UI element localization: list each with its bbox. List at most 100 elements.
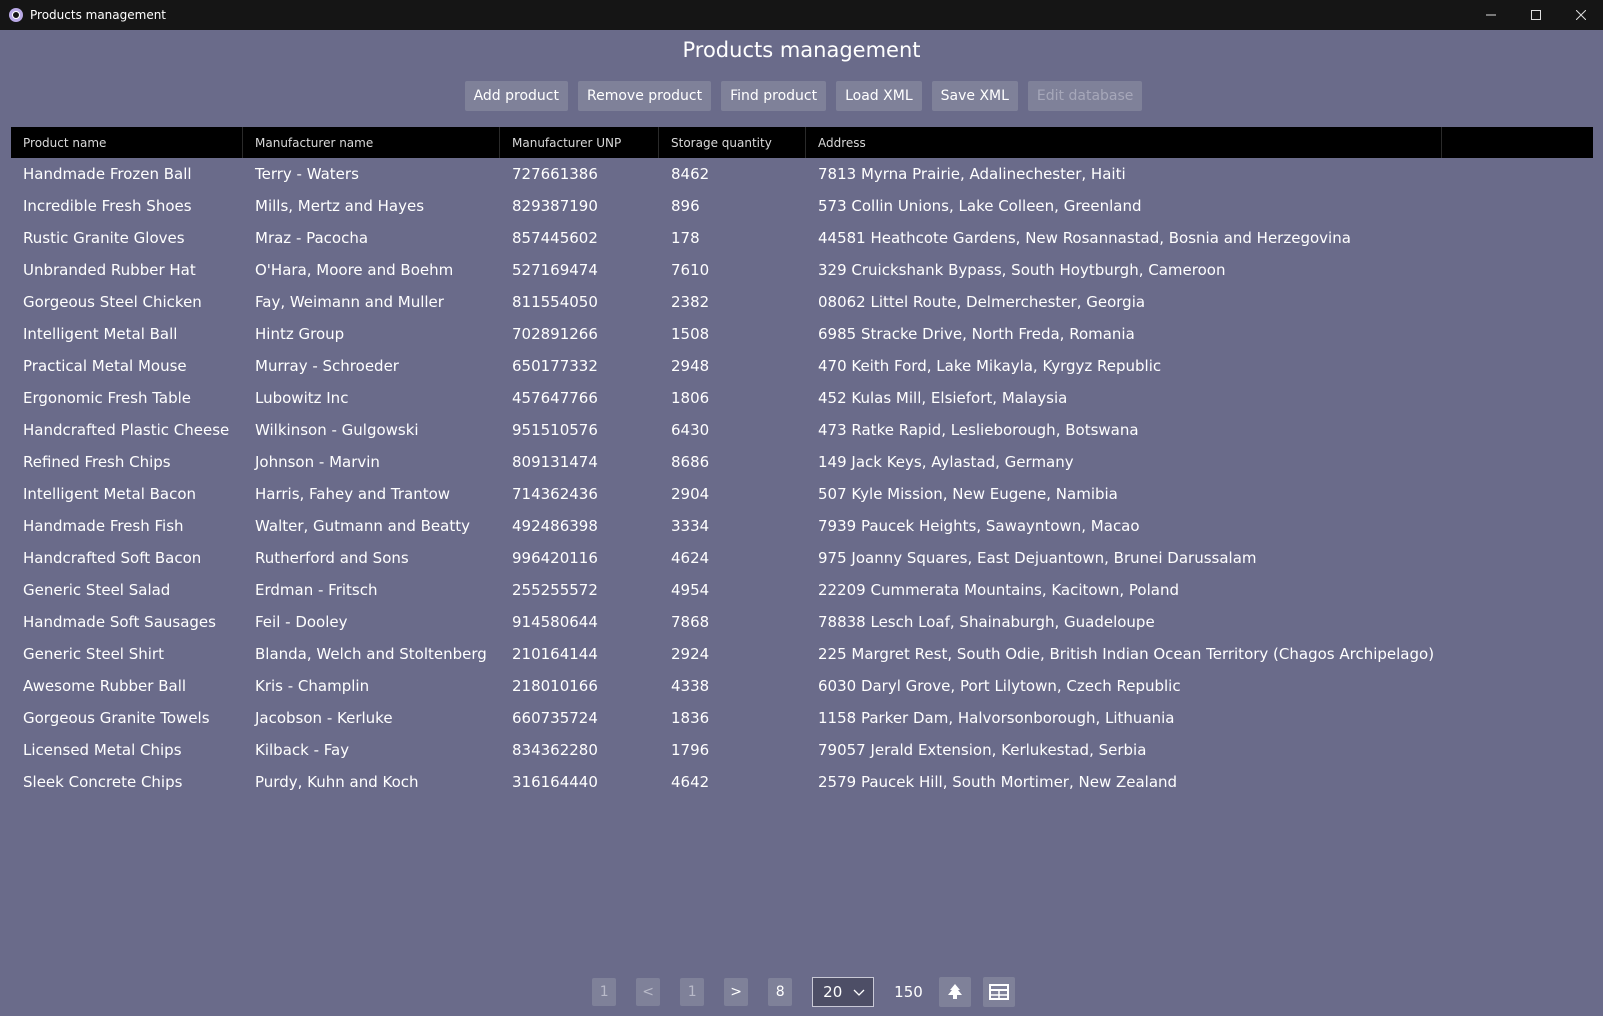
first-page-button[interactable]: 1 [592,978,617,1006]
tree-view-button[interactable] [938,977,971,1007]
cell-product-name: Generic Steel Salad [23,581,171,599]
cell-manufacturer-name: O'Hara, Moore and Boehm [255,261,454,279]
table-row[interactable]: Sleek Concrete Chips Purdy, Kuhn and Koch… [11,766,1593,798]
table-view-button[interactable] [982,977,1015,1007]
cell-address: 78838 Lesch Loaf, Shainaburgh, Guadeloup… [818,613,1155,631]
cell-storage-quantity: 7610 [671,261,710,279]
current-page: 1 [680,978,705,1006]
cell-storage-quantity: 6430 [671,421,710,439]
cell-manufacturer-unp: 714362436 [512,485,598,503]
maximize-button[interactable] [1513,0,1558,30]
table-row[interactable]: Practical Metal Mouse Murray - Schroeder 6… [11,350,1593,382]
table-row[interactable]: Handcrafted Plastic Cheese Wilkinson - Gu… [11,414,1593,446]
table-row[interactable]: Generic Steel Salad Erdman - Fritsch 25525… [11,574,1593,606]
page-title: Products management [682,38,921,62]
cell-product-name: Handmade Fresh Fish [23,517,184,535]
column-header-storage-quantity[interactable]: Storage quantity [659,127,806,158]
cell-manufacturer-name: Feil - Dooley [255,613,348,631]
cell-address: 6985 Stracke Drive, North Freda, Romania [818,325,1135,343]
find-product-button[interactable]: Find product [721,81,827,111]
cell-manufacturer-name: Rutherford and Sons [255,549,409,567]
table-row[interactable]: Ergonomic Fresh Table Lubowitz Inc 4576477… [11,382,1593,414]
cell-product-name: Practical Metal Mouse [23,357,187,375]
cell-product-name: Unbranded Rubber Hat [23,261,196,279]
table-row[interactable]: Handmade Soft Sausages Feil - Dooley 91458… [11,606,1593,638]
column-header-address[interactable]: Address [806,127,1442,158]
table-row[interactable]: Awesome Rubber Ball Kris - Champlin 218010… [11,670,1593,702]
cell-address: 08062 Littel Route, Delmerchester, Georg… [818,293,1146,311]
table-row[interactable]: Intelligent Metal Ball Hintz Group 7028912… [11,318,1593,350]
cell-product-name: Ergonomic Fresh Table [23,389,192,407]
table-row[interactable]: Intelligent Metal Bacon Harris, Fahey and… [11,478,1593,510]
products-table: Product name Manufacturer name Manufactu… [11,127,1593,798]
cell-manufacturer-name: Jacobson - Kerluke [255,709,393,727]
cell-manufacturer-name: Wilkinson - Gulgowski [255,421,419,439]
table-row[interactable]: Handmade Frozen Ball Terry - Waters 727661… [11,158,1593,190]
minimize-icon [1485,14,1496,16]
cell-manufacturer-name: Blanda, Welch and Stoltenberg [255,645,487,663]
table-body: Handmade Frozen Ball Terry - Waters 727661… [11,158,1593,798]
cell-manufacturer-unp: 210164144 [512,645,598,663]
table-row[interactable]: Refined Fresh Chips Johnson - Marvin 80913… [11,446,1593,478]
cell-product-name: Sleek Concrete Chips [23,773,183,791]
cell-address: 2579 Paucek Hill, South Mortimer, New Ze… [818,773,1178,791]
last-page-button[interactable]: 8 [768,978,793,1006]
edit-database-button[interactable]: Edit database [1027,81,1143,111]
cell-storage-quantity: 8462 [671,165,710,183]
remove-product-button[interactable]: Remove product [578,81,712,111]
toolbar: Add product Remove product Find product … [0,81,1603,111]
cell-product-name: Gorgeous Granite Towels [23,709,210,727]
cell-product-name: Licensed Metal Chips [23,741,182,759]
cell-product-name: Generic Steel Shirt [23,645,164,663]
cell-product-name: Handcrafted Plastic Cheese [23,421,230,439]
cell-address: 470 Keith Ford, Lake Mikayla, Kyrgyz Rep… [818,357,1162,375]
cell-storage-quantity: 4338 [671,677,710,695]
table-row[interactable]: Incredible Fresh Shoes Mills, Mertz and H… [11,190,1593,222]
cell-storage-quantity: 4642 [671,773,710,791]
table-row[interactable]: Generic Steel Shirt Blanda, Welch and Sto… [11,638,1593,670]
cell-product-name: Handmade Frozen Ball [23,165,192,183]
column-header-manufacturer-unp[interactable]: Manufacturer UNP [500,127,659,158]
next-page-button[interactable]: > [724,978,749,1006]
column-header-product-name[interactable]: Product name [11,127,243,158]
minimize-button[interactable] [1468,0,1513,30]
cell-manufacturer-name: Fay, Weimann and Muller [255,293,444,311]
cell-manufacturer-name: Mraz - Pacocha [255,229,369,247]
page-size-select[interactable]: 20 [812,977,875,1007]
cell-manufacturer-unp: 457647766 [512,389,598,407]
add-product-button[interactable]: Add product [464,81,568,111]
load-xml-button[interactable]: Load XML [836,81,922,111]
app-logo-icon [9,8,23,22]
cell-address: 149 Jack Keys, Aylastad, Germany [818,453,1074,471]
cell-manufacturer-name: Kilback - Fay [255,741,350,759]
table-row[interactable]: Licensed Metal Chips Kilback - Fay 8343622… [11,734,1593,766]
save-xml-button[interactable]: Save XML [931,81,1018,111]
close-button[interactable] [1558,0,1603,30]
window-controls [1468,0,1603,30]
table-row[interactable]: Rustic Granite Gloves Mraz - Pacocha 85744… [11,222,1593,254]
cell-storage-quantity: 2948 [671,357,710,375]
table-row[interactable]: Handmade Fresh Fish Walter, Gutmann and B… [11,510,1593,542]
cell-manufacturer-unp: 660735724 [512,709,598,727]
table-row[interactable]: Unbranded Rubber Hat O'Hara, Moore and Bo… [11,254,1593,286]
cell-product-name: Awesome Rubber Ball [23,677,187,695]
table-row[interactable]: Handcrafted Soft Bacon Rutherford and Son… [11,542,1593,574]
table-row[interactable]: Gorgeous Granite Towels Jacobson - Kerluk… [11,702,1593,734]
table-row[interactable]: Gorgeous Steel Chicken Fay, Weimann and M… [11,286,1593,318]
cell-manufacturer-unp: 702891266 [512,325,598,343]
prev-page-button[interactable]: < [636,978,661,1006]
cell-address: 573 Collin Unions, Lake Colleen, Greenla… [818,197,1142,215]
total-count: 150 [894,983,923,1001]
cell-manufacturer-name: Harris, Fahey and Trantow [255,485,451,503]
cell-manufacturer-unp: 255255572 [512,581,598,599]
cell-address: 44581 Heathcote Gardens, New Rosannastad… [818,229,1351,247]
close-icon [1575,10,1586,20]
table-icon [988,984,1009,1000]
cell-storage-quantity: 1806 [671,389,710,407]
cell-manufacturer-name: Erdman - Fritsch [255,581,378,599]
cell-manufacturer-name: Kris - Champlin [255,677,370,695]
cell-manufacturer-unp: 218010166 [512,677,598,695]
column-header-manufacturer-name[interactable]: Manufacturer name [243,127,500,158]
cell-address: 7813 Myrna Prairie, Adalinechester, Hait… [818,165,1126,183]
cell-manufacturer-unp: 811554050 [512,293,598,311]
